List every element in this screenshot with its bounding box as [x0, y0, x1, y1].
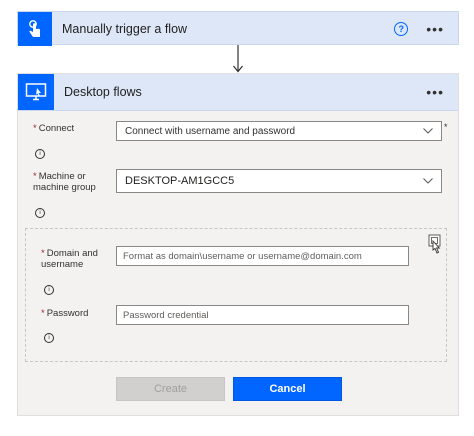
cancel-button[interactable]: Cancel — [233, 377, 342, 401]
chevron-down-icon — [423, 178, 433, 184]
info-icon[interactable]: i — [44, 285, 54, 295]
trigger-card[interactable]: Manually trigger a flow ? ••• — [17, 11, 459, 46]
password-placeholder: Password credential — [123, 309, 209, 321]
connect-select[interactable]: Connect with username and password — [116, 121, 442, 141]
more-options-icon[interactable]: ••• — [426, 84, 444, 100]
required-mark: * — [41, 248, 45, 259]
connect-label: * Connect — [33, 123, 74, 134]
info-icon[interactable]: i — [44, 333, 54, 343]
required-mark: * — [33, 171, 37, 182]
password-label: * Password — [41, 308, 88, 319]
machine-select-value: DESKTOP-AM1GCC5 — [125, 175, 235, 187]
required-mark: * — [41, 308, 45, 319]
info-icon[interactable]: i — [35, 149, 45, 159]
domain-label-line1: Domain and — [46, 248, 98, 259]
domain-label: * Domain and username — [41, 248, 98, 270]
domain-username-input[interactable]: Format as domain\username or username@do… — [116, 246, 409, 266]
info-icon[interactable]: i — [35, 208, 45, 218]
connect-label-text: Connect — [38, 123, 75, 134]
connector-arrow-icon — [233, 45, 243, 73]
machine-select[interactable]: DESKTOP-AM1GCC5 — [116, 169, 442, 193]
desktop-flows-title: Desktop flows — [64, 85, 142, 99]
domain-label-line2: username — [41, 259, 84, 270]
dynamic-content-cursor-icon[interactable] — [426, 233, 444, 255]
create-button[interactable]: Create — [116, 377, 225, 401]
password-input[interactable]: Password credential — [116, 305, 409, 325]
chevron-down-icon — [423, 128, 433, 134]
password-label-text: Password — [46, 308, 89, 319]
trigger-title: Manually trigger a flow — [62, 22, 188, 36]
help-icon[interactable]: ? — [394, 22, 409, 36]
machine-label-line1: Machine or — [38, 171, 86, 182]
desktop-flow-icon — [18, 74, 54, 110]
connect-select-value: Connect with username and password — [125, 125, 296, 137]
machine-label-line2: machine group — [33, 182, 96, 193]
more-options-icon[interactable]: ••• — [426, 21, 444, 37]
machine-label: * Machine or machine group — [33, 171, 96, 193]
trigger-card-header[interactable]: Manually trigger a flow ? ••• — [18, 12, 458, 46]
side-required-mark: * — [444, 122, 448, 132]
desktop-flows-header[interactable]: Desktop flows ••• — [18, 74, 458, 111]
manual-trigger-icon — [18, 12, 52, 46]
domain-username-placeholder: Format as domain\username or username@do… — [123, 250, 362, 262]
required-mark: * — [33, 123, 37, 134]
